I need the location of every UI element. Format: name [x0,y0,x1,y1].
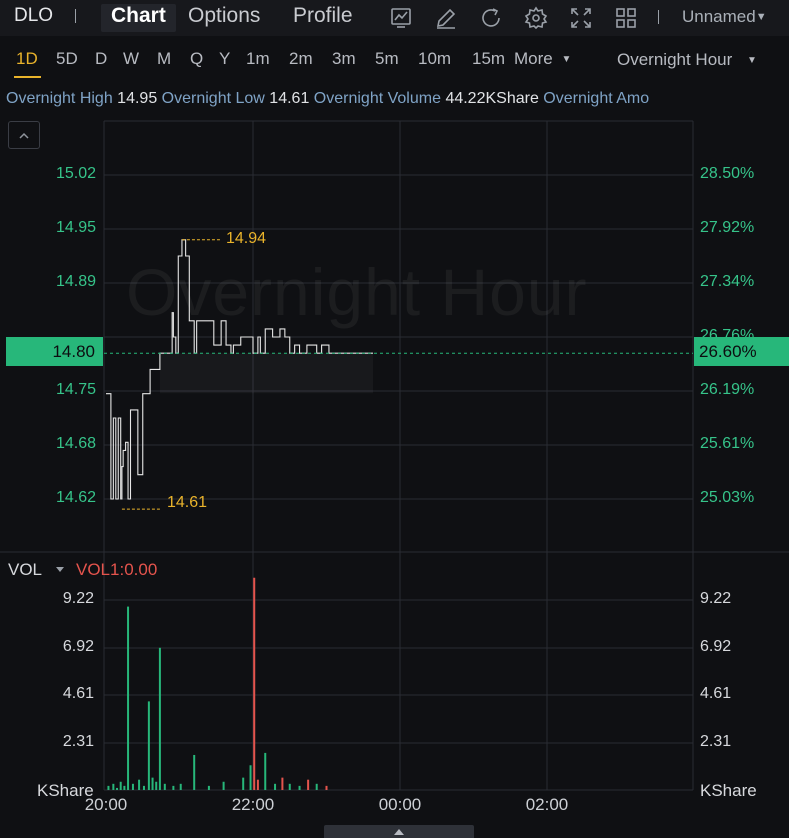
low-marker-label: 14.61 [167,494,208,511]
percent-tick-label: 27.92% [700,219,755,236]
volume-bar [151,777,154,790]
time-tick-label: 02:00 [525,795,569,814]
volume-bar [193,754,196,790]
chevron-up-icon [19,132,29,139]
volume-unit-right: KShare [700,781,757,800]
percent-tick-label: 26.19% [700,381,755,398]
chart-canvas[interactable] [0,0,789,838]
volume-bar [242,777,245,790]
volume-tick-label: 6.92 [62,638,94,655]
volume-bar [131,783,134,790]
volume-bar [253,577,256,790]
volume-ma-readout: VOL1:0.00 [76,560,158,579]
volume-indicator-label[interactable]: VOL [8,560,42,580]
volume-bar [256,779,259,790]
price-area-fill [159,353,374,394]
volume-bar [222,781,225,790]
volume-bar [119,781,122,790]
volume-bars [107,577,328,790]
volume-tick-label: 2.31 [700,733,732,750]
volume-bar [274,783,277,790]
price-tick-label: 14.68 [55,435,96,452]
volume-bar [298,785,301,790]
volume-bar [163,783,166,790]
caret-down-icon[interactable] [56,567,64,572]
time-tick-label: 20:00 [84,795,128,814]
volume-bar [179,783,182,790]
volume-bar [147,701,150,790]
current-price-tag: 14.80 [6,337,103,366]
volume-bar [116,787,119,790]
volume-tick-label: 4.61 [62,685,94,702]
time-tick-label: 00:00 [378,795,422,814]
watermark: Overnight Hour [126,255,588,329]
price-tick-label: 14.75 [55,381,96,398]
panel-expand-handle[interactable] [324,825,474,838]
high-marker-label: 14.94 [226,230,267,247]
volume-tick-label: 9.22 [700,590,732,607]
volume-bar [127,606,130,790]
price-tick-label: 14.62 [55,489,96,506]
current-percent-tag: 26.60% [694,337,789,366]
price-area-fill [159,353,374,394]
volume-bar [281,777,284,790]
volume-bar [207,785,210,790]
volume-bar [325,785,328,790]
volume-bar [158,647,161,790]
volume-bar [315,783,318,790]
volume-bar [155,781,158,790]
time-tick-label: 22:00 [231,795,275,814]
volume-bar [107,785,110,790]
percent-tick-label: 28.50% [700,165,755,182]
volume-tick-label: 9.22 [62,590,94,607]
collapse-button[interactable] [8,121,40,149]
price-tick-label: 14.95 [55,219,96,236]
volume-tick-label: 2.31 [62,733,94,750]
volume-bar [112,783,115,790]
volume-tick-label: 6.92 [700,638,732,655]
price-tick-label: 14.89 [55,273,96,290]
price-tick-label: 15.02 [55,165,96,182]
volume-bar [307,779,310,790]
volume-bar [142,785,145,790]
percent-tick-label: 25.61% [700,435,755,452]
volume-bar [123,785,126,790]
volume-tick-label: 4.61 [700,685,732,702]
percent-tick-label: 25.03% [700,489,755,506]
volume-bar [288,783,291,790]
volume-bar [172,785,175,790]
volume-bar [249,765,252,790]
percent-tick-label: 27.34% [700,273,755,290]
volume-bar [138,779,141,790]
volume-bar [264,752,267,790]
